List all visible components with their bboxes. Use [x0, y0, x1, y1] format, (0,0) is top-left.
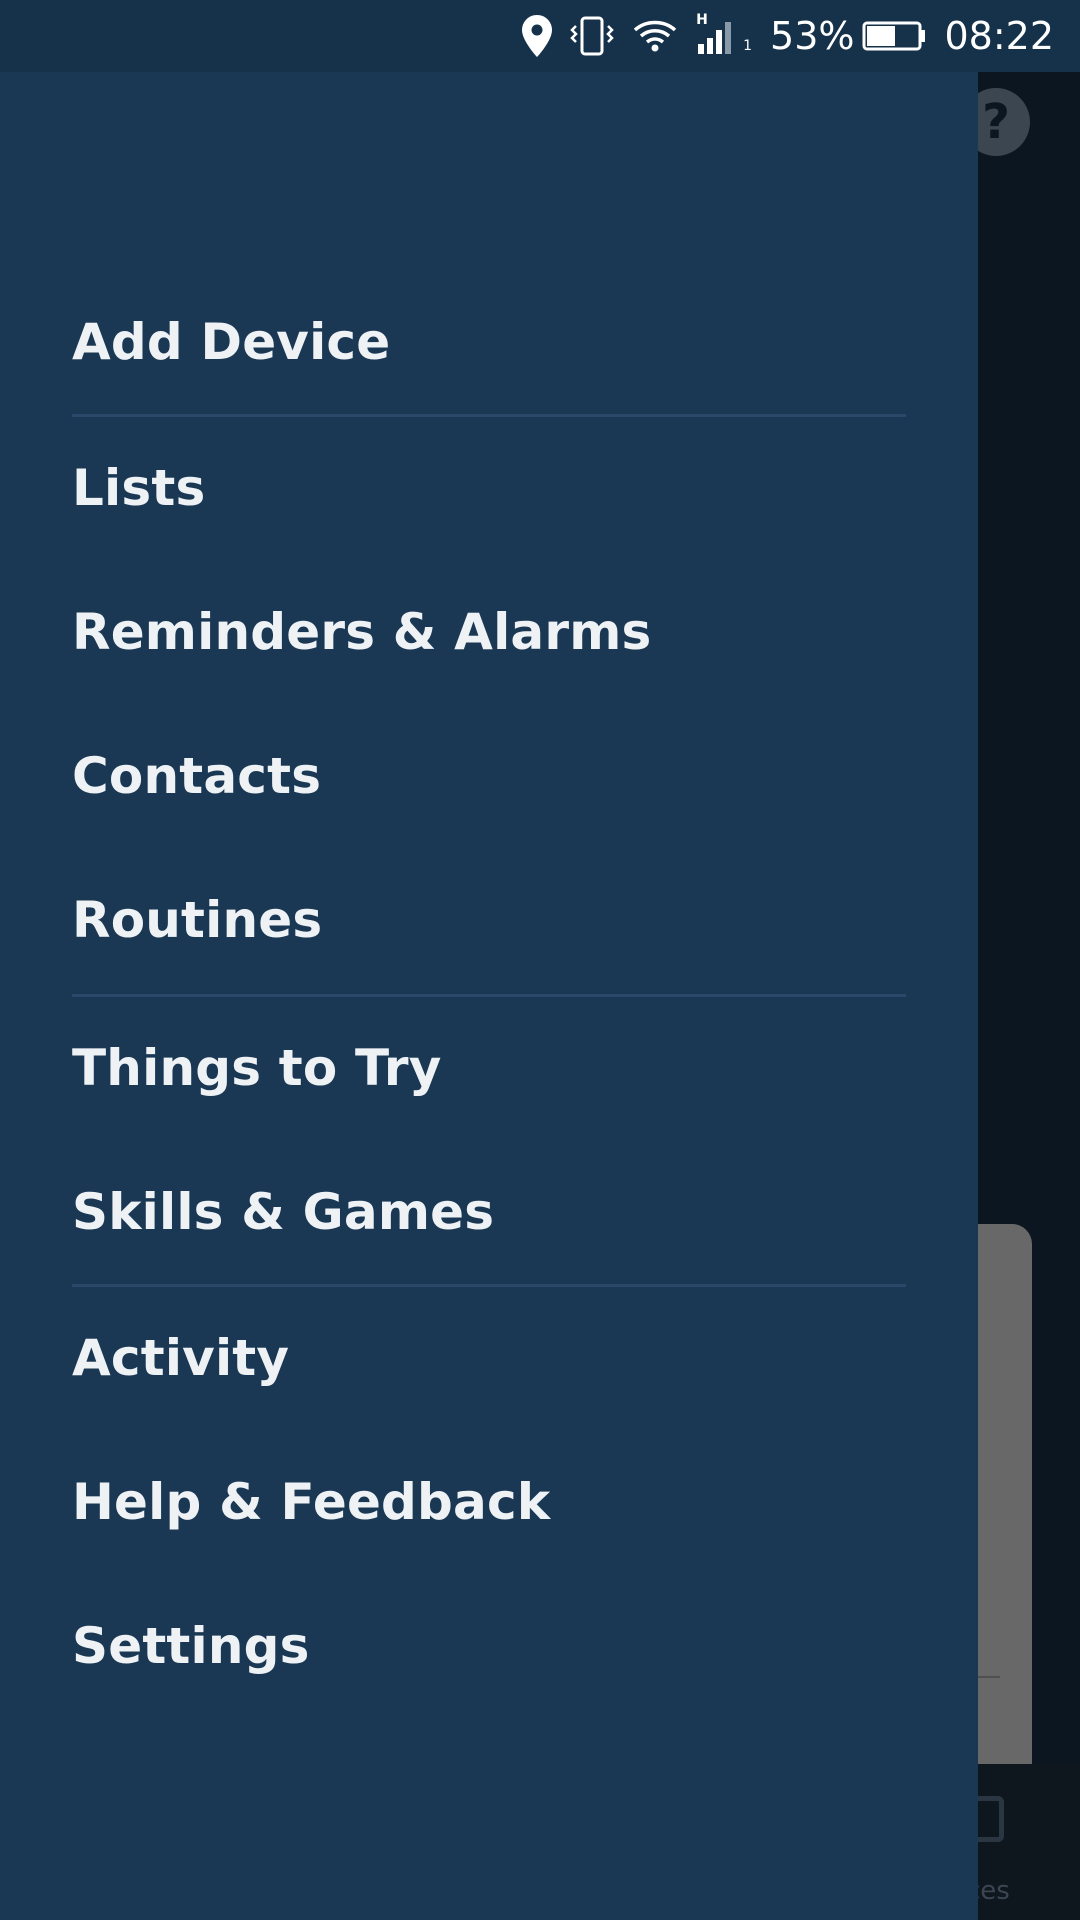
- signal-icon: H 1: [696, 12, 753, 54]
- divider: [72, 414, 906, 417]
- menu-item-activity[interactable]: Activity: [72, 1308, 932, 1408]
- battery-icon: [862, 21, 926, 51]
- sim-slot-label: 1: [743, 38, 753, 54]
- network-type-label: H: [696, 12, 708, 28]
- status-bar: H 1 53% 08:22: [0, 0, 1080, 72]
- menu-item-settings[interactable]: Settings: [72, 1596, 932, 1696]
- navigation-drawer: Add Device Lists Reminders & Alarms Cont…: [0, 72, 978, 1920]
- menu-item-skills-games[interactable]: Skills & Games: [72, 1162, 932, 1262]
- menu-item-add-device[interactable]: Add Device: [72, 292, 932, 392]
- wifi-icon: [632, 18, 678, 54]
- divider: [72, 1284, 906, 1287]
- vibrate-icon: [570, 16, 614, 56]
- battery-percent: 53%: [770, 14, 855, 58]
- divider: [72, 994, 906, 997]
- menu-item-contacts[interactable]: Contacts: [72, 726, 932, 826]
- menu-item-routines[interactable]: Routines: [72, 870, 932, 970]
- menu-item-lists[interactable]: Lists: [72, 438, 932, 538]
- menu-item-things-to-try[interactable]: Things to Try: [72, 1018, 932, 1118]
- location-icon: [522, 15, 553, 57]
- menu-item-reminders-alarms[interactable]: Reminders & Alarms: [72, 582, 932, 682]
- clock: 08:22: [944, 14, 1054, 58]
- menu-item-help-feedback[interactable]: Help & Feedback: [72, 1452, 932, 1552]
